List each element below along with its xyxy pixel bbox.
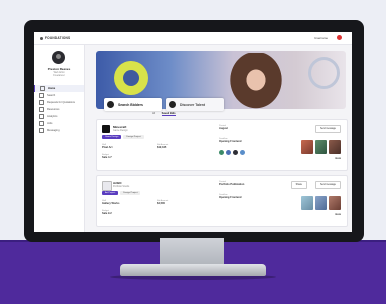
badge-icon [226,150,231,155]
brand[interactable]: FOUNDATIONS [40,36,70,40]
sidebar-item-jobs[interactable]: Jobs [34,120,84,127]
card-tags: Game Design Design Project [102,135,144,139]
card-field: Budget Sale 9.2 [102,210,112,215]
send-message-button[interactable]: Send message [315,125,341,133]
thumbnail[interactable] [301,196,313,210]
search-icon [39,93,44,98]
badge-icon [219,150,224,155]
bid-card[interactable]: ArtBC Portfolio Studio Art Project Desig… [96,175,348,227]
tab-discover-talent[interactable]: Discover Talent [166,98,224,111]
avatar[interactable] [52,51,65,64]
hero-circle-inner-decoration [123,70,139,86]
sidebar-item-messaging[interactable]: Messaging [34,127,84,134]
profile-subtitle-line-2: Freelancer [53,74,65,77]
sidebar-item-analytics[interactable]: Analytics [34,113,84,120]
thumbnail[interactable] [315,140,327,154]
badge-row [219,150,245,155]
thumbnail[interactable] [329,196,341,210]
field-value: Opening Frontend [219,196,242,199]
card-meta: Portfolio Studio [113,185,130,188]
card-field: Deadline Opening Frontend [219,194,241,199]
sidebar-item-rfq[interactable]: Requests for Quotations [34,99,84,106]
hero-portrait [226,53,286,109]
field-value: $4,500 [157,202,165,205]
tab-label: Search Bidders [118,102,143,107]
folder-icon [39,107,44,112]
avatar-glyph-icon [56,54,61,59]
tab-search-bidders[interactable]: Search Bidders [104,98,162,111]
sidebar-item-resources[interactable]: Resources [34,106,84,113]
tab-bar: Search Bidders Discover Talent [104,98,224,111]
company-logo-icon [102,181,112,191]
notification-icon[interactable] [337,35,342,40]
monitor-base [120,264,266,276]
sidebar-item-label: Messaging [47,129,60,132]
card-tag[interactable]: Art Project [102,191,119,195]
sidebar-item-home[interactable]: Home [34,85,84,92]
tab-label: Discover Talent [180,102,205,107]
field-value: Opening Frontend [219,140,242,143]
sidebar-item-label: Jobs [47,122,53,125]
card-field: Skill Pixel Art [102,144,112,149]
card-field: Budget Sale 4.7 [102,154,112,159]
top-bar: FOUNDATIONS Username [34,32,352,45]
card-field: Deadline Opening Frontend [219,138,241,143]
thumbnail[interactable] [329,140,341,154]
subtab-saved-bids[interactable]: Saved Bids [161,112,176,116]
card-meta: Game Design [113,129,128,132]
talent-icon [169,101,176,108]
screen: FOUNDATIONS Username Preston Reeves Web … [34,32,352,232]
field-value: Portfolio Publication [219,183,245,186]
chart-icon [39,114,44,119]
portfolio-thumbnails [301,196,341,210]
field-value: Pixel Art [102,146,113,149]
field-value: Sale 4.7 [102,156,112,159]
card-tags: Art Project Design Project [102,191,141,195]
profile-subtitle: Web Artist Freelancer [38,71,80,77]
home-icon [40,86,45,91]
send-message-button[interactable]: Send message [315,181,341,189]
card-tag[interactable]: Game Design [102,135,122,139]
sidebar-item-label: Requests for Quotations [47,101,75,104]
thumbnail[interactable] [301,140,313,154]
company-logo-icon [102,125,110,133]
card-tag[interactable]: Design Project [123,135,144,139]
sidebar: Preston Reeves Web Artist Freelancer Hom… [34,45,85,232]
sidebar-item-search[interactable]: Search [34,92,84,99]
more-link[interactable]: more [335,157,341,160]
card-field: Bid Amount $12,345 [157,144,168,149]
field-value: $12,345 [157,146,167,149]
bid-card[interactable]: Minecraft Game Design Game Design Design… [96,119,348,171]
card-field: Posted Portfolio Publication [219,181,244,186]
field-value: Sale 9.2 [102,212,112,215]
card-field: Bid Amount $4,500 [157,200,168,205]
sidebar-nav: Home Search Requests for Quotations Reso… [34,85,84,134]
brand-logo-icon [40,36,43,40]
top-user[interactable]: Username [314,36,328,40]
badge-icon [233,150,238,155]
card-field: Posted August [219,125,228,130]
more-link[interactable]: more [335,213,341,216]
message-icon [39,128,44,133]
card-field: Skill Gallery Works [102,200,119,205]
card-tag[interactable]: Design Project [120,191,141,195]
portfolio-thumbnails [301,140,341,154]
briefcase-icon [39,121,44,126]
subtab-all[interactable]: All [152,112,155,115]
thumbnail[interactable] [315,196,327,210]
bidders-icon [107,101,114,108]
sidebar-item-label: Resources [47,108,60,111]
badge-icon [240,150,245,155]
share-button[interactable]: Share [290,181,307,189]
hero-ring-decoration [308,57,340,89]
sidebar-item-label: Home [48,87,56,90]
field-value: Gallery Works [102,202,120,205]
sidebar-item-label: Search [47,94,56,97]
subtab-bar: All Saved Bids [152,112,182,116]
brand-label: FOUNDATIONS [45,36,71,40]
sidebar-item-label: Analytics [47,115,58,118]
document-icon [39,100,44,105]
field-value: August [219,127,228,130]
